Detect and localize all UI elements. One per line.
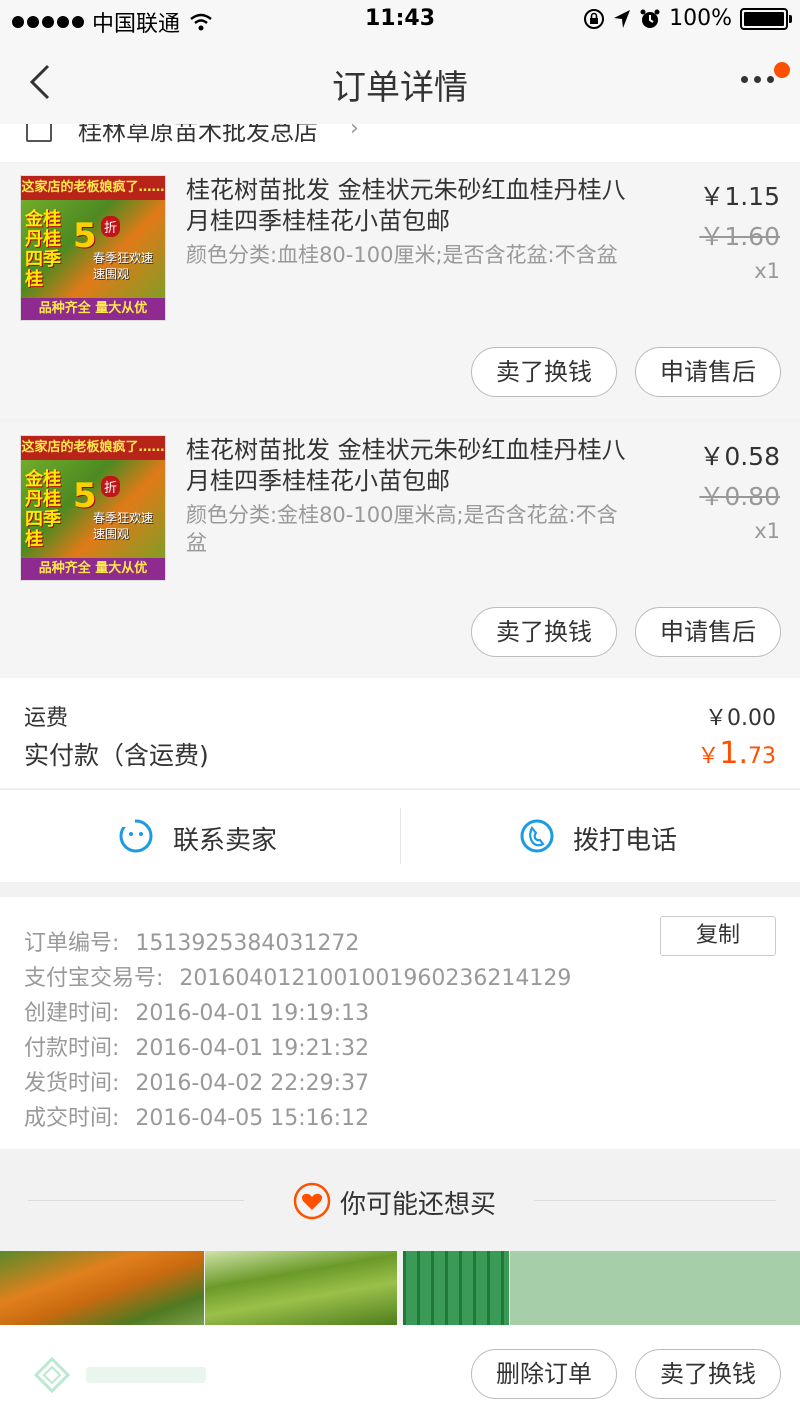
order-info: 订单编号: 1513925384031272 复制 支付宝交易号: 20160401… [0, 897, 800, 1149]
thumb-top-text: 这家店的老板娘疯了…… [21, 436, 165, 460]
delete-order-button[interactable]: 删除订单 [471, 1349, 617, 1399]
product-original-price: ￥0.80 [699, 482, 780, 511]
paid-time-label: 付款时间: [24, 1036, 120, 1061]
sell-for-cash-button[interactable]: 卖了换钱 [635, 1349, 781, 1399]
product-quantity: x1 [754, 259, 780, 283]
product-price: ￥1.15 [699, 182, 780, 211]
thumb-promo: 春季狂欢速速围观 [93, 511, 154, 541]
order-number-label: 订单编号: [24, 931, 120, 956]
thumb-bottom-text: 品种齐全 量大从优 [21, 558, 165, 580]
recommend-header: 你可能还想买 [0, 1150, 800, 1250]
call-phone-button[interactable]: 拨打电话 [401, 790, 800, 882]
order-item[interactable]: 这家店的老板娘疯了…… 金桂丹桂四季桂 5 折 春季狂欢速速围观 品种齐全 量大… [0, 163, 800, 418]
paid-row: 付款时间: 2016-04-01 19:21:32 [24, 1030, 369, 1062]
divider-line [28, 1200, 244, 1201]
paid-amount-value: ￥1.73 [697, 736, 776, 771]
recommend-product-image[interactable] [0, 1251, 204, 1325]
recommend-product-image[interactable] [205, 1251, 397, 1325]
done-value: 2016-04-05 15:16:12 [135, 1106, 370, 1131]
product-title[interactable]: 桂花树苗批发 金桂状元朱砂红血桂丹桂八月桂四季桂桂花小苗包邮 [186, 435, 636, 497]
alarm-icon [640, 9, 660, 28]
thumb-promo: 春季狂欢速速围观 [93, 251, 154, 281]
product-sku: 颜色分类:金桂80-100厘米高;是否含花盆:不含盆 [186, 503, 618, 555]
paid-integer: 1. [719, 736, 748, 771]
contact-bar: 联系卖家 拨打电话 [0, 789, 800, 882]
chat-face-icon [119, 818, 153, 853]
product-price: ￥0.58 [699, 442, 780, 471]
shop-icon [26, 124, 52, 142]
order-item[interactable]: 这家店的老板娘疯了…… 金桂丹桂四季桂 5 折 春季狂欢速速围观 品种齐全 量大… [0, 423, 800, 678]
contact-seller-label: 联系卖家 [173, 826, 278, 856]
divider-line [534, 1200, 776, 1201]
thumb-zhe: 折 [101, 216, 121, 237]
sell-for-cash-button[interactable]: 卖了换钱 [471, 607, 617, 657]
bottom-action-bar: 删除订单 卖了换钱 [0, 1325, 800, 1423]
status-bar: 中国联通 11:43 100% [0, 0, 800, 40]
after-sales-button[interactable]: 申请售后 [635, 607, 781, 657]
recommend-product-image[interactable] [510, 1251, 800, 1325]
created-label: 创建时间: [24, 1001, 120, 1026]
shop-name: 桂林草原苗木批发总店 [78, 124, 318, 146]
page-title: 订单详情 [332, 68, 468, 108]
product-thumbnail[interactable]: 这家店的老板娘疯了…… 金桂丹桂四季桂 5 折 春季狂欢速速围观 品种齐全 量大… [20, 435, 166, 581]
paid-currency: ￥ [697, 744, 720, 769]
paid-decimal: 73 [748, 744, 776, 769]
contact-seller-button[interactable]: 联系卖家 [0, 790, 399, 882]
product-thumbnail[interactable]: 这家店的老板娘疯了…… 金桂丹桂四季桂 5 折 春季狂欢速速围观 品种齐全 量大… [20, 175, 166, 321]
paid-time-value: 2016-04-01 19:21:32 [135, 1036, 370, 1061]
alipay-label: 支付宝交易号: [24, 966, 164, 991]
battery-icon [740, 7, 792, 30]
order-number-value: 1513925384031272 [135, 931, 360, 956]
shop-header[interactable]: 桂林草原苗木批发总店 › [0, 124, 800, 162]
shipped-label: 发货时间: [24, 1071, 120, 1096]
more-menu-icon[interactable] [741, 76, 774, 83]
order-totals: 运费 ￥0.00 实付款（含运费) ￥1.73 [0, 678, 800, 788]
order-number-row: 订单编号: 1513925384031272 [24, 925, 359, 957]
call-phone-label: 拨打电话 [573, 826, 678, 856]
shipped-row: 发货时间: 2016-04-02 22:29:37 [24, 1065, 369, 1097]
notification-badge [774, 62, 790, 78]
alipay-value: 2016040121001001960236214129 [179, 966, 572, 991]
thumb-left-text: 金桂丹桂四季桂 [25, 469, 61, 550]
shipping-label: 运费 [24, 706, 69, 731]
copy-button[interactable]: 复制 [660, 916, 776, 956]
done-label: 成交时间: [24, 1106, 120, 1131]
watermark-logo [33, 1356, 206, 1394]
product-title[interactable]: 桂花树苗批发 金桂状元朱砂红血桂丹桂八月桂四季桂桂花小苗包邮 [186, 175, 636, 237]
product-sku: 颜色分类:血桂80-100厘米;是否含花盆:不含盆 [186, 243, 618, 267]
thumb-zhe: 折 [101, 476, 121, 497]
alipay-row: 支付宝交易号: 2016040121001001960236214129 [24, 960, 571, 992]
recommend-title: 你可能还想买 [340, 1190, 497, 1220]
battery-percent: 100% [669, 6, 732, 31]
after-sales-button[interactable]: 申请售后 [635, 347, 781, 397]
shipping-value: ￥0.00 [705, 706, 776, 731]
done-row: 成交时间: 2016-04-05 15:16:12 [24, 1100, 369, 1132]
status-right: 100% [583, 6, 792, 31]
sell-for-cash-button[interactable]: 卖了换钱 [471, 347, 617, 397]
location-arrow-icon [614, 9, 631, 28]
thumb-top-text: 这家店的老板娘疯了…… [21, 176, 165, 200]
shipped-value: 2016-04-02 22:29:37 [135, 1071, 370, 1096]
nav-bar: 订单详情 [0, 40, 800, 124]
phone-icon [520, 819, 554, 853]
created-row: 创建时间: 2016-04-01 19:19:13 [24, 995, 369, 1027]
recommend-list [0, 1251, 800, 1325]
thumb-left-text: 金桂丹桂四季桂 [25, 209, 61, 290]
thumb-bottom-text: 品种齐全 量大从优 [21, 298, 165, 320]
paid-amount-label: 实付款（含运费) [24, 741, 209, 770]
product-original-price: ￥1.60 [699, 222, 780, 251]
created-value: 2016-04-01 19:19:13 [135, 1001, 370, 1026]
rotation-lock-icon [584, 8, 605, 29]
recommend-product-image[interactable] [403, 1251, 509, 1325]
product-quantity: x1 [754, 519, 780, 543]
chevron-right-icon: › [350, 124, 359, 141]
heart-icon [293, 1182, 331, 1220]
